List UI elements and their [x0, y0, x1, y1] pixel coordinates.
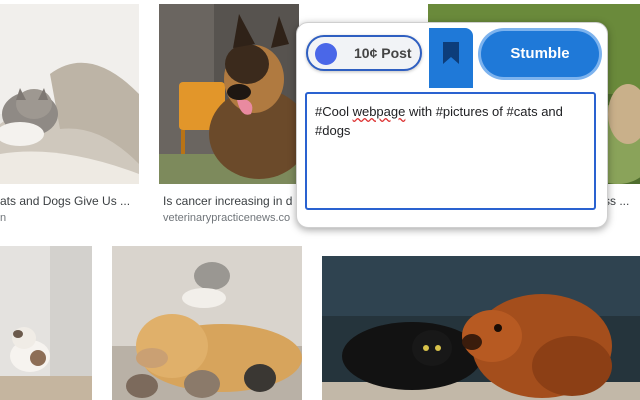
result-image-retriever-kittens[interactable]: [112, 246, 302, 400]
editor-misspelled-word: webpage: [352, 104, 406, 119]
result-image-dog-black-cat[interactable]: [322, 256, 640, 400]
result-caption-1[interactable]: ats and Dogs Give Us ...: [0, 194, 140, 208]
editor-text-part: #Cool: [315, 104, 353, 119]
editor-text-part: with #pictures of #cats and: [405, 104, 563, 119]
bookmark-tab[interactable]: [429, 28, 473, 88]
stumble-button[interactable]: Stumble: [481, 31, 599, 77]
result-source-2: veterinarypracticenews.co: [163, 212, 291, 224]
result-caption-2[interactable]: Is cancer increasing in d: [163, 194, 297, 208]
result-image-cat-blanket[interactable]: [0, 4, 139, 184]
toggle-dot-icon: [315, 43, 337, 65]
editor-text-part: #dogs: [315, 123, 351, 138]
result-image-german-shepherd[interactable]: [159, 4, 299, 184]
result-image-kitten[interactable]: [0, 246, 92, 400]
result-source-1: n: [0, 212, 7, 224]
extension-popup: 10¢ Post Stumble #Cool webpage with #pic…: [296, 22, 608, 228]
post-text-editor[interactable]: #Cool webpage with #pictures of #cats an…: [305, 92, 596, 210]
stumble-button-label: Stumble: [510, 45, 570, 62]
post-button-label: 10¢ Post: [354, 45, 412, 61]
post-toggle-button[interactable]: 10¢ Post: [306, 35, 422, 71]
bookmark-icon: [443, 42, 459, 64]
result-caption-3[interactable]: ss ...: [604, 194, 640, 208]
